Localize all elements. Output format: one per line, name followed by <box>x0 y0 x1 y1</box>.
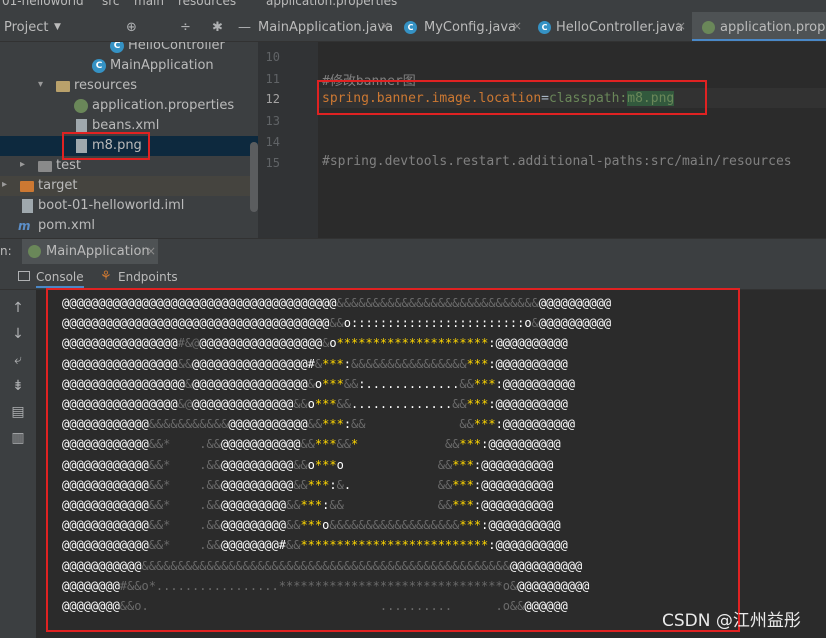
scroll-to-end-icon[interactable]: ⇟ <box>10 378 26 394</box>
breadcrumb-resources[interactable]: resources <box>178 0 236 8</box>
arrow-up-icon[interactable]: ↑ <box>10 300 26 316</box>
tab-mainapplication[interactable]: MainApplication.java × <box>258 12 396 41</box>
chevron-down-icon[interactable]: ▾ <box>38 79 43 90</box>
project-panel-header: Project ▼ ⊕ ÷ ✱ — <box>0 12 258 42</box>
folder-icon <box>20 181 34 192</box>
tab-console[interactable]: Console <box>36 270 84 288</box>
run-tab-mainapplication[interactable]: MainApplication × <box>22 239 158 265</box>
module-file-icon <box>22 199 33 213</box>
print-icon[interactable]: ▤ <box>10 404 26 420</box>
highlight-box-banner-output <box>46 288 740 632</box>
code-comment-devtools: #spring.devtools.restart.additional-path… <box>322 154 792 169</box>
breadcrumb-main[interactable]: main <box>134 0 164 8</box>
tab-label: MainApplication.java <box>258 20 394 35</box>
line-number: 15 <box>265 156 280 170</box>
tab-label: application.proper <box>720 20 826 35</box>
class-icon: C <box>110 42 124 53</box>
spring-run-icon <box>28 245 41 258</box>
tree-item-label: test <box>56 158 81 173</box>
tab-hellocontroller[interactable]: C HelloController.java × <box>530 12 690 41</box>
tree-item-mainapplication[interactable]: C MainApplication <box>0 56 258 76</box>
tree-item-hellocontroller[interactable]: C HelloController <box>0 42 258 56</box>
locate-icon[interactable]: ⊕ <box>126 20 137 35</box>
console-toolbar: ↑ ↓ ⤶ ⇟ ▤ ▥ <box>0 290 36 638</box>
spring-leaf-icon <box>74 99 88 113</box>
console-icon <box>18 271 30 281</box>
chevron-down-icon[interactable]: ▼ <box>54 22 61 32</box>
tree-item-label: target <box>38 178 78 193</box>
tab-application-properties[interactable]: application.proper <box>692 12 826 41</box>
tree-item-label: HelloController <box>128 42 225 53</box>
tab-label: HelloController.java <box>556 20 684 35</box>
editor-tabs: MainApplication.java × C MyConfig.java ×… <box>258 12 826 42</box>
tree-item-label: resources <box>74 78 138 93</box>
tree-item-label: beans.xml <box>92 118 160 133</box>
close-icon[interactable]: × <box>146 244 156 258</box>
line-number: 14 <box>265 135 280 149</box>
tab-myconfig[interactable]: C MyConfig.java × <box>398 12 528 41</box>
xml-file-icon <box>76 119 87 133</box>
close-icon[interactable]: × <box>676 19 686 33</box>
run-prefix: n: <box>0 244 12 258</box>
tab-endpoints[interactable]: Endpoints <box>118 270 178 284</box>
breadcrumb-src[interactable]: src <box>102 0 120 8</box>
hide-icon[interactable]: — <box>238 20 251 35</box>
tree-item-label: pom.xml <box>38 218 95 233</box>
run-panel-header: n: MainApplication × <box>0 238 826 265</box>
tree-item-resources[interactable]: ▾ resources <box>0 76 258 96</box>
soft-wrap-icon[interactable]: ⤶ <box>10 352 26 368</box>
chevron-right-icon[interactable]: ▸ <box>20 159 25 170</box>
line-number: 11 <box>265 72 280 86</box>
class-icon: C <box>404 21 417 34</box>
endpoints-icon: ⚘ <box>100 269 112 284</box>
highlight-box-m8-png <box>62 132 150 160</box>
breadcrumb-project[interactable]: 01-helloworld <box>2 0 84 8</box>
code-editor[interactable]: #修改banner图 spring.banner.image.location=… <box>318 42 826 238</box>
line-number: 12 <box>265 92 280 106</box>
tree-item-target[interactable]: ▸ target <box>0 176 258 196</box>
arrow-down-icon[interactable]: ↓ <box>10 326 26 342</box>
close-icon[interactable]: × <box>380 19 390 33</box>
line-number: 10 <box>265 50 280 64</box>
folder-icon <box>38 161 52 172</box>
spring-leaf-icon <box>702 21 715 34</box>
run-tab-label: MainApplication <box>46 244 150 259</box>
class-icon: C <box>538 21 551 34</box>
tree-item-iml[interactable]: boot-01-helloworld.iml <box>0 196 258 216</box>
close-icon[interactable]: × <box>512 19 522 33</box>
folder-icon <box>56 81 70 92</box>
run-subtabs: Console ⚘ Endpoints <box>0 264 826 290</box>
breadcrumb: 01-helloworld src main resources applica… <box>0 0 826 12</box>
tree-item-label: MainApplication <box>110 58 214 73</box>
maven-icon: m <box>18 219 31 233</box>
tree-scrollbar[interactable] <box>250 142 258 212</box>
tab-label: MyConfig.java <box>424 20 516 35</box>
project-panel-title[interactable]: Project <box>4 20 48 35</box>
line-number: 13 <box>265 114 280 128</box>
collapse-icon[interactable]: ÷ <box>180 20 191 35</box>
tree-item-label: boot-01-helloworld.iml <box>38 198 185 213</box>
tree-item-label: application.properties <box>92 98 235 113</box>
tree-item-pom[interactable]: m pom.xml <box>0 216 258 236</box>
editor-gutter: 10 11 12 13 14 15 <box>258 42 318 238</box>
breadcrumb-file[interactable]: application.properties <box>266 0 397 8</box>
highlight-box-banner-property <box>317 80 707 115</box>
chevron-right-icon[interactable]: ▸ <box>2 179 7 190</box>
watermark: CSDN @江州益彤 <box>662 611 801 631</box>
spring-class-icon: C <box>92 59 106 73</box>
tree-item-application-properties[interactable]: application.properties <box>0 96 258 116</box>
trash-icon[interactable]: ▥ <box>10 430 26 446</box>
gear-icon[interactable]: ✱ <box>212 20 223 35</box>
